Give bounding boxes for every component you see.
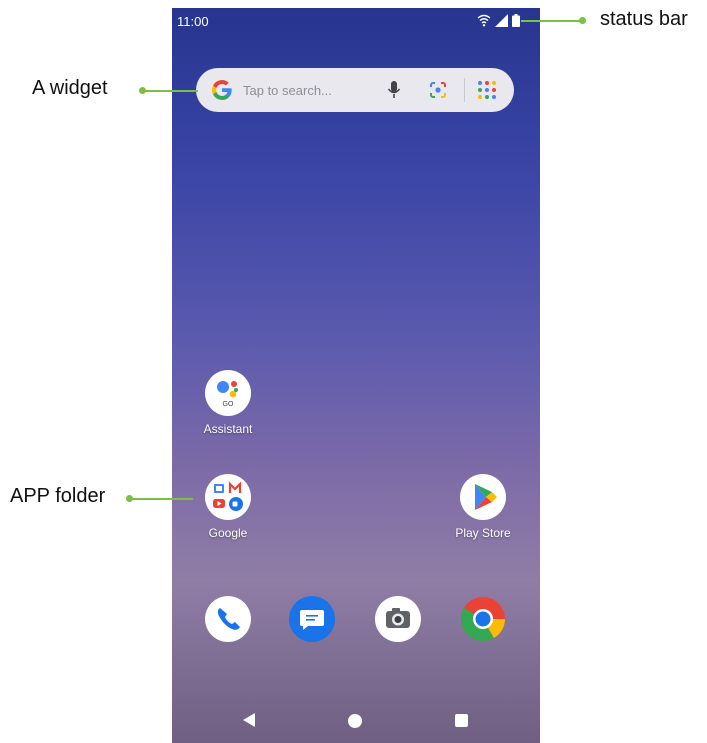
dock-camera[interactable] [363,596,433,642]
phone-icon [205,596,251,642]
status-bar: 11:00 [172,8,540,36]
assistant-label: Assistant [203,422,253,436]
play-store-label: Play Store [455,526,511,540]
annotation-line-status-bar [521,20,583,22]
annotation-status-bar: status bar [600,8,688,30]
messages-icon [289,596,335,642]
google-folder-label: Google [208,526,248,540]
app-play-store[interactable]: Play Store [448,474,518,540]
mic-icon[interactable] [387,80,401,100]
wifi-icon [477,14,491,27]
dock-phone[interactable] [193,596,263,642]
recents-icon[interactable] [455,714,468,727]
phone-screen: 11:00 Tap to search... GO Assistant Goog… [172,8,540,743]
home-icon[interactable] [348,714,362,728]
status-icons [477,13,520,27]
back-icon[interactable] [242,713,256,727]
annotation-line-app-folder [129,498,193,500]
play-store-icon [460,474,506,520]
apps-grid-icon[interactable] [477,80,497,100]
annotation-dot-status-bar [579,17,586,24]
google-search-widget[interactable]: Tap to search... [196,68,514,112]
google-folder-icon [205,474,251,520]
battery-icon [512,13,520,27]
widget-divider [464,78,465,102]
camera-icon [375,596,421,642]
navigation-bar [172,699,540,743]
status-clock: 11:00 [177,14,209,29]
dock-messages[interactable] [277,596,347,642]
annotation-dot-widget [139,87,146,94]
search-placeholder: Tap to search... [243,83,332,98]
assistant-icon: GO [205,370,251,416]
app-assistant[interactable]: GO Assistant [193,370,263,436]
annotation-line-widget [142,90,198,92]
dock-chrome[interactable] [448,596,518,642]
cell-signal-icon [495,13,508,27]
chrome-icon [460,596,506,642]
annotation-dot-app-folder [126,495,133,502]
annotation-app-folder: APP folder [10,485,106,507]
google-lens-icon[interactable] [428,80,448,100]
go-badge: GO [222,401,234,408]
app-folder-google[interactable]: Google [193,474,263,540]
annotation-widget: A widget [32,77,108,99]
google-g-icon [212,80,232,100]
